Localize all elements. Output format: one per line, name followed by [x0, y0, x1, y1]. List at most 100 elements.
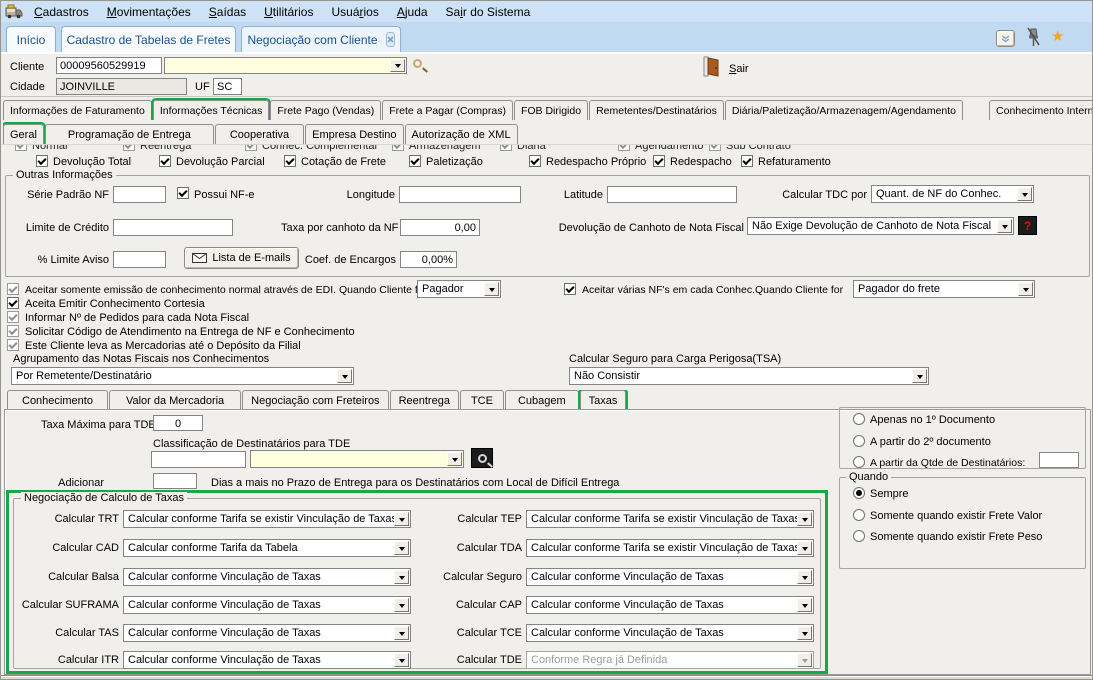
devolucao-canhoto-combobox[interactable]: Não Exige Devolução de Canhoto de Nota F…: [747, 217, 1014, 235]
dropdown-arrow-icon[interactable]: [394, 653, 409, 667]
serie-padrao-nf-input[interactable]: [113, 186, 166, 203]
tab-fob-dirigido[interactable]: FOB Dirigido: [514, 100, 588, 120]
menu-saidas[interactable]: Saídas: [200, 3, 255, 21]
coef-encargos-input[interactable]: 0,00%: [400, 251, 457, 268]
tab-inicio[interactable]: Início: [6, 26, 56, 52]
checkbox-edi[interactable]: [7, 283, 19, 295]
radio-apenas-1-documento[interactable]: [853, 413, 865, 425]
qtde-destinatarios-input[interactable]: [1039, 452, 1079, 468]
dropdown-arrow-icon[interactable]: [394, 598, 409, 612]
dropdown-arrow-icon[interactable]: [447, 452, 462, 466]
dropdown-arrow-icon[interactable]: [394, 512, 409, 526]
calcular-trt-combobox[interactable]: Calcular conforme Tarifa se existir Vinc…: [123, 510, 411, 528]
radio-somente-frete-peso[interactable]: [853, 530, 865, 542]
cliente-name-combobox[interactable]: [164, 57, 407, 74]
calcular-cad-combobox[interactable]: Calcular conforme Tarifa da Tabela: [123, 539, 411, 557]
latitude-input[interactable]: [607, 186, 737, 203]
dropdown-arrow-icon[interactable]: [797, 541, 812, 555]
dropdown-arrow-icon[interactable]: [394, 626, 409, 640]
tab-frete-a-pagar-compras[interactable]: Frete a Pagar (Compras): [382, 100, 513, 120]
classificacao-tde-code-input[interactable]: [151, 451, 246, 468]
dropdown-arrow-icon[interactable]: [797, 598, 812, 612]
checkbox-cortesia[interactable]: [7, 297, 19, 309]
tab-programacao-de-entrega[interactable]: Programação de Entrega: [45, 124, 214, 144]
tab-empresa-destino[interactable]: Empresa Destino: [305, 124, 403, 144]
calcular-itr-combobox[interactable]: Calcular conforme Vinculação de Taxas: [123, 651, 411, 669]
sair-button[interactable]: Sair: [729, 63, 749, 75]
tab-cubagem[interactable]: Cubagem: [505, 390, 579, 410]
menu-sair-do-sistema[interactable]: Sair do Sistema: [437, 3, 540, 21]
cliente-code-input[interactable]: 00009560529919: [56, 57, 162, 74]
dropdown-arrow-icon[interactable]: [797, 512, 812, 526]
menu-cadastros[interactable]: Cadastros: [25, 3, 98, 21]
limite-de-credito-input[interactable]: [113, 219, 233, 236]
tab-negociacao-com-cliente[interactable]: Negociação com Cliente: [241, 26, 401, 52]
dropdown-arrow-icon[interactable]: [337, 369, 352, 383]
edi-cliente-combobox[interactable]: Pagador: [417, 280, 501, 298]
classificacao-tde-combobox[interactable]: [250, 450, 464, 468]
chevron-down-button[interactable]: [996, 30, 1015, 47]
search-classificacao-button[interactable]: [471, 448, 493, 468]
calcular-cap-combobox[interactable]: Calcular conforme Vinculação de Taxas: [526, 596, 814, 614]
dropdown-arrow-icon[interactable]: [912, 369, 927, 383]
checkbox-pedidos[interactable]: [7, 311, 19, 323]
exit-door-icon[interactable]: [703, 56, 720, 77]
dropdown-arrow-icon[interactable]: [797, 570, 812, 584]
tab-negociacao-com-freteiros[interactable]: Negociação com Freteiros: [242, 390, 388, 410]
calcular-tas-combobox[interactable]: Calcular conforme Vinculação de Taxas: [123, 624, 411, 642]
calcular-balsa-combobox[interactable]: Calcular conforme Vinculação de Taxas: [123, 568, 411, 586]
radio-somente-frete-valor[interactable]: [853, 509, 865, 521]
tab-tce[interactable]: TCE: [460, 390, 504, 410]
radio-sempre[interactable]: [853, 487, 865, 499]
checkbox-possui-nfe[interactable]: [177, 187, 189, 199]
agrupamento-combobox[interactable]: Por Remetente/Destinatário: [11, 367, 354, 385]
checkbox-varias-nfs[interactable]: [564, 283, 576, 295]
dropdown-arrow-icon[interactable]: [797, 626, 812, 640]
calcular-tdc-por-combobox[interactable]: Quant. de NF do Conhec.: [871, 185, 1034, 203]
longitude-input[interactable]: [399, 186, 521, 203]
dropdown-arrow-icon[interactable]: [394, 541, 409, 555]
menu-movimentacoes[interactable]: Movimentações: [98, 3, 200, 21]
taxa-maxima-tde-input[interactable]: 0: [153, 415, 203, 431]
tab-diaria-paletizacao-armazenagem-agendamento[interactable]: Diária/Paletização/Armazenagem/Agendamen…: [725, 100, 963, 120]
radio-a-partir-2-documento[interactable]: [853, 435, 865, 447]
tab-reentrega[interactable]: Reentrega: [390, 390, 459, 410]
tab-informacoes-de-faturamento[interactable]: Informações de Faturamento: [3, 100, 152, 120]
tab-conhecimento-internacional[interactable]: Conhecimento Internacional: [989, 100, 1093, 120]
dropdown-arrow-icon[interactable]: [1018, 282, 1033, 296]
tab-geral[interactable]: Geral: [3, 124, 44, 144]
tab-frete-pago-vendas[interactable]: Frete Pago (Vendas): [270, 100, 381, 120]
favorite-star-icon[interactable]: ★: [1051, 29, 1064, 44]
close-tab-icon[interactable]: [386, 32, 395, 47]
cidade-input[interactable]: JOINVILLE: [56, 78, 187, 95]
tab-taxas[interactable]: Taxas: [580, 390, 627, 410]
limite-aviso-input[interactable]: [113, 251, 166, 268]
tab-autorizacao-de-xml[interactable]: Autorização de XML: [405, 124, 518, 144]
pin-disabled-icon[interactable]: [1026, 26, 1041, 48]
dropdown-arrow-icon[interactable]: [394, 570, 409, 584]
tab-conhecimento[interactable]: Conhecimento: [7, 390, 108, 410]
tab-valor-da-mercadoria[interactable]: Valor da Mercadoria: [109, 390, 241, 410]
checkbox-deposito-filial[interactable]: [7, 339, 19, 351]
tab-cadastro-tabelas-fretes[interactable]: Cadastro de Tabelas de Fretes: [61, 26, 236, 52]
varias-nfs-cliente-combobox[interactable]: Pagador do frete: [853, 280, 1035, 298]
calcular-tce-combobox[interactable]: Calcular conforme Vinculação de Taxas: [526, 624, 814, 642]
checkbox-codigo-atendimento[interactable]: [7, 325, 19, 337]
calcular-tda-combobox[interactable]: Calcular conforme Tarifa se existir Vinc…: [526, 539, 814, 557]
dropdown-arrow-icon[interactable]: [997, 219, 1012, 233]
dropdown-arrow-icon[interactable]: [484, 282, 499, 296]
menu-utilitarios[interactable]: Utilitários: [255, 3, 322, 21]
tab-cooperativa[interactable]: Cooperativa: [215, 124, 304, 144]
tab-informacoes-tecnicas[interactable]: Informações Técnicas: [153, 100, 270, 120]
search-client-icon[interactable]: [413, 59, 422, 68]
radio-a-partir-qtde-destinatarios[interactable]: [853, 456, 865, 468]
dropdown-arrow-icon[interactable]: [1017, 187, 1032, 201]
menu-ajuda[interactable]: Ajuda: [388, 3, 437, 21]
seguro-tsa-combobox[interactable]: Não Consistir: [569, 367, 929, 385]
adicionar-dias-input[interactable]: [153, 473, 197, 489]
taxa-por-canhoto-input[interactable]: 0,00: [400, 219, 480, 236]
dropdown-arrow-icon[interactable]: [390, 59, 405, 72]
uf-input[interactable]: SC: [213, 78, 242, 95]
tab-remetentes-destinatarios[interactable]: Remetentes/Destinatários: [589, 100, 724, 120]
calcular-suframa-combobox[interactable]: Calcular conforme Vinculação de Taxas: [123, 596, 411, 614]
